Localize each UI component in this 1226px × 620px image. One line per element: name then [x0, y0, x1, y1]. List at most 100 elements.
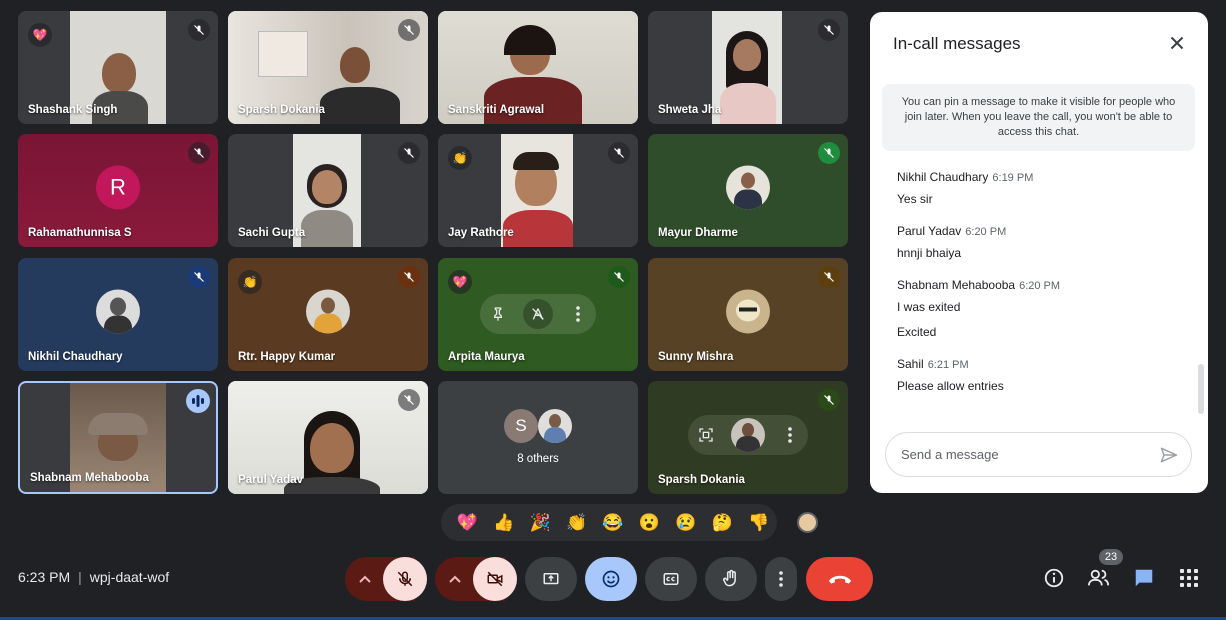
mic-off-icon: [188, 266, 210, 288]
pin-info-banner: You can pin a message to make it visible…: [882, 84, 1195, 151]
message-text: Yes sir: [897, 192, 933, 206]
speaking-indicator-icon: [186, 389, 210, 413]
raise-hand-button[interactable]: [705, 557, 757, 601]
participant-tile[interactable]: Parul Yadav: [228, 381, 428, 494]
participant-name: Sunny Mishra: [658, 351, 734, 363]
participant-tile[interactable]: Sachi Gupta: [228, 134, 428, 247]
clap-reaction-badge: 👏: [238, 270, 262, 294]
participant-tile[interactable]: 💖 Arpita Maurya: [438, 258, 638, 371]
chat-scrollbar[interactable]: [1198, 364, 1204, 414]
avatar: [96, 288, 140, 333]
chat-message[interactable]: Shabnam Mehabooba 6:20 PM I was exited Ex…: [897, 278, 1187, 339]
remove-icon[interactable]: [522, 299, 553, 329]
participant-tile[interactable]: Sanskriti Agrawal: [438, 11, 638, 124]
participant-grid: 💖 Shashank Singh Sparsh Dokania Sanskrit…: [18, 11, 850, 494]
pin-icon[interactable]: [488, 304, 508, 324]
people-icon[interactable]: [1086, 565, 1112, 591]
avatar: [306, 288, 350, 333]
close-icon[interactable]: [1166, 32, 1188, 54]
frame-icon[interactable]: [696, 425, 716, 445]
message-time: 6:21 PM: [927, 359, 969, 371]
participant-tile[interactable]: Sunny Mishra: [648, 258, 848, 371]
avatar: [538, 409, 572, 443]
mic-off-icon: [398, 19, 420, 41]
activities-icon[interactable]: [1176, 565, 1202, 591]
chat-message[interactable]: Parul Yadav 6:20 PM hnnji bhaiya: [897, 224, 1187, 260]
avatar: [726, 164, 770, 209]
mic-off-icon: [398, 266, 420, 288]
chat-icon[interactable]: [1131, 565, 1157, 591]
participant-name: Shabnam Mehabooba: [30, 472, 149, 484]
participant-tile[interactable]: 💖 Shashank Singh: [18, 11, 218, 124]
others-tile[interactable]: S 8 others: [438, 381, 638, 494]
reaction-thumbs-up[interactable]: 👍: [485, 513, 521, 533]
captions-button[interactable]: [645, 557, 697, 601]
participant-name: Sanskriti Agrawal: [448, 104, 545, 116]
reaction-thinking[interactable]: 🤔: [704, 513, 740, 533]
participant-tile[interactable]: 👏 Rtr. Happy Kumar: [228, 258, 428, 371]
participant-tile[interactable]: Sparsh Dokania: [648, 381, 848, 494]
mic-off-icon: [398, 142, 420, 164]
participant-name: Shweta Jha: [658, 104, 722, 116]
camera-toggle-button[interactable]: [473, 557, 517, 601]
message-sender: Sahil: [897, 357, 924, 371]
participant-name: Nikhil Chaudhary: [28, 351, 123, 363]
message-input[interactable]: [901, 433, 1141, 476]
reaction-party[interactable]: 🎉: [522, 513, 558, 533]
reactions-button[interactable]: [585, 557, 637, 601]
microphone-toggle-button[interactable]: [383, 557, 427, 601]
participant-tile[interactable]: 👏 Jay Rathore: [438, 134, 638, 247]
participant-name: Rahamathunnisa S: [28, 227, 132, 239]
chat-panel: In-call messages You can pin a message t…: [870, 12, 1208, 493]
participant-tile[interactable]: Shabnam Mehabooba: [18, 381, 218, 494]
message-time: 6:20 PM: [1019, 280, 1061, 292]
mic-off-icon: [188, 142, 210, 164]
mic-off-icon: [608, 142, 630, 164]
reaction-laugh[interactable]: 😂: [595, 513, 631, 533]
mic-off-icon: [398, 389, 420, 411]
participant-name: Sparsh Dokania: [658, 474, 745, 486]
message-text: hnnji bhaiya: [897, 246, 962, 260]
mic-off-icon: [818, 19, 840, 41]
panel-title: In-call messages: [893, 34, 1021, 53]
participant-tile[interactable]: Shweta Jha: [648, 11, 848, 124]
participant-name: Sachi Gupta: [238, 227, 306, 239]
send-icon[interactable]: [1159, 445, 1179, 465]
participant-name: Shashank Singh: [28, 104, 118, 116]
participant-name: Parul Yadav: [238, 474, 303, 486]
tile-hover-controls: [480, 294, 596, 334]
avatar: R: [96, 164, 140, 209]
more-options-button[interactable]: [765, 557, 797, 601]
leave-call-button[interactable]: [806, 557, 873, 601]
more-vert-icon: [779, 571, 783, 587]
participant-tile[interactable]: Nikhil Chaudhary: [18, 258, 218, 371]
reaction-sad[interactable]: 😢: [668, 513, 704, 533]
avatar: [730, 418, 765, 452]
reaction-clap[interactable]: 👏: [558, 513, 594, 533]
participant-tile[interactable]: R Rahamathunnisa S: [18, 134, 218, 247]
reaction-surprised[interactable]: 😮: [631, 513, 667, 533]
captions-icon: [663, 573, 679, 585]
mic-off-icon: [818, 389, 840, 411]
participant-tile[interactable]: Sparsh Dokania: [228, 11, 428, 124]
others-count-label: 8 others: [517, 453, 559, 465]
more-options-icon[interactable]: [568, 304, 588, 324]
video-feed: [712, 11, 782, 124]
chat-message[interactable]: Nikhil Chaudhary 6:19 PM Yes sir: [897, 170, 1187, 206]
participant-name: Mayur Dharme: [658, 227, 738, 239]
meeting-info: 6:23 PM | wpj-daat-wof: [18, 569, 169, 585]
message-time: 6:19 PM: [992, 172, 1034, 184]
chat-message[interactable]: Sahil 6:21 PM Please allow entries: [897, 357, 1187, 393]
reaction-thumbs-down[interactable]: 👎: [741, 513, 777, 533]
message-text: Please allow entries: [897, 379, 1004, 393]
meeting-details-icon[interactable]: [1041, 565, 1067, 591]
chevron-up-icon: [449, 575, 461, 583]
mic-off-icon: [188, 19, 210, 41]
participant-tile[interactable]: Mayur Dharme: [648, 134, 848, 247]
chevron-up-icon: [359, 575, 371, 583]
more-options-icon[interactable]: [780, 425, 800, 445]
present-screen-icon: [543, 573, 559, 585]
skin-tone-selector[interactable]: [797, 512, 818, 533]
present-screen-button[interactable]: [525, 557, 577, 601]
reaction-heart[interactable]: 💖: [449, 513, 485, 533]
